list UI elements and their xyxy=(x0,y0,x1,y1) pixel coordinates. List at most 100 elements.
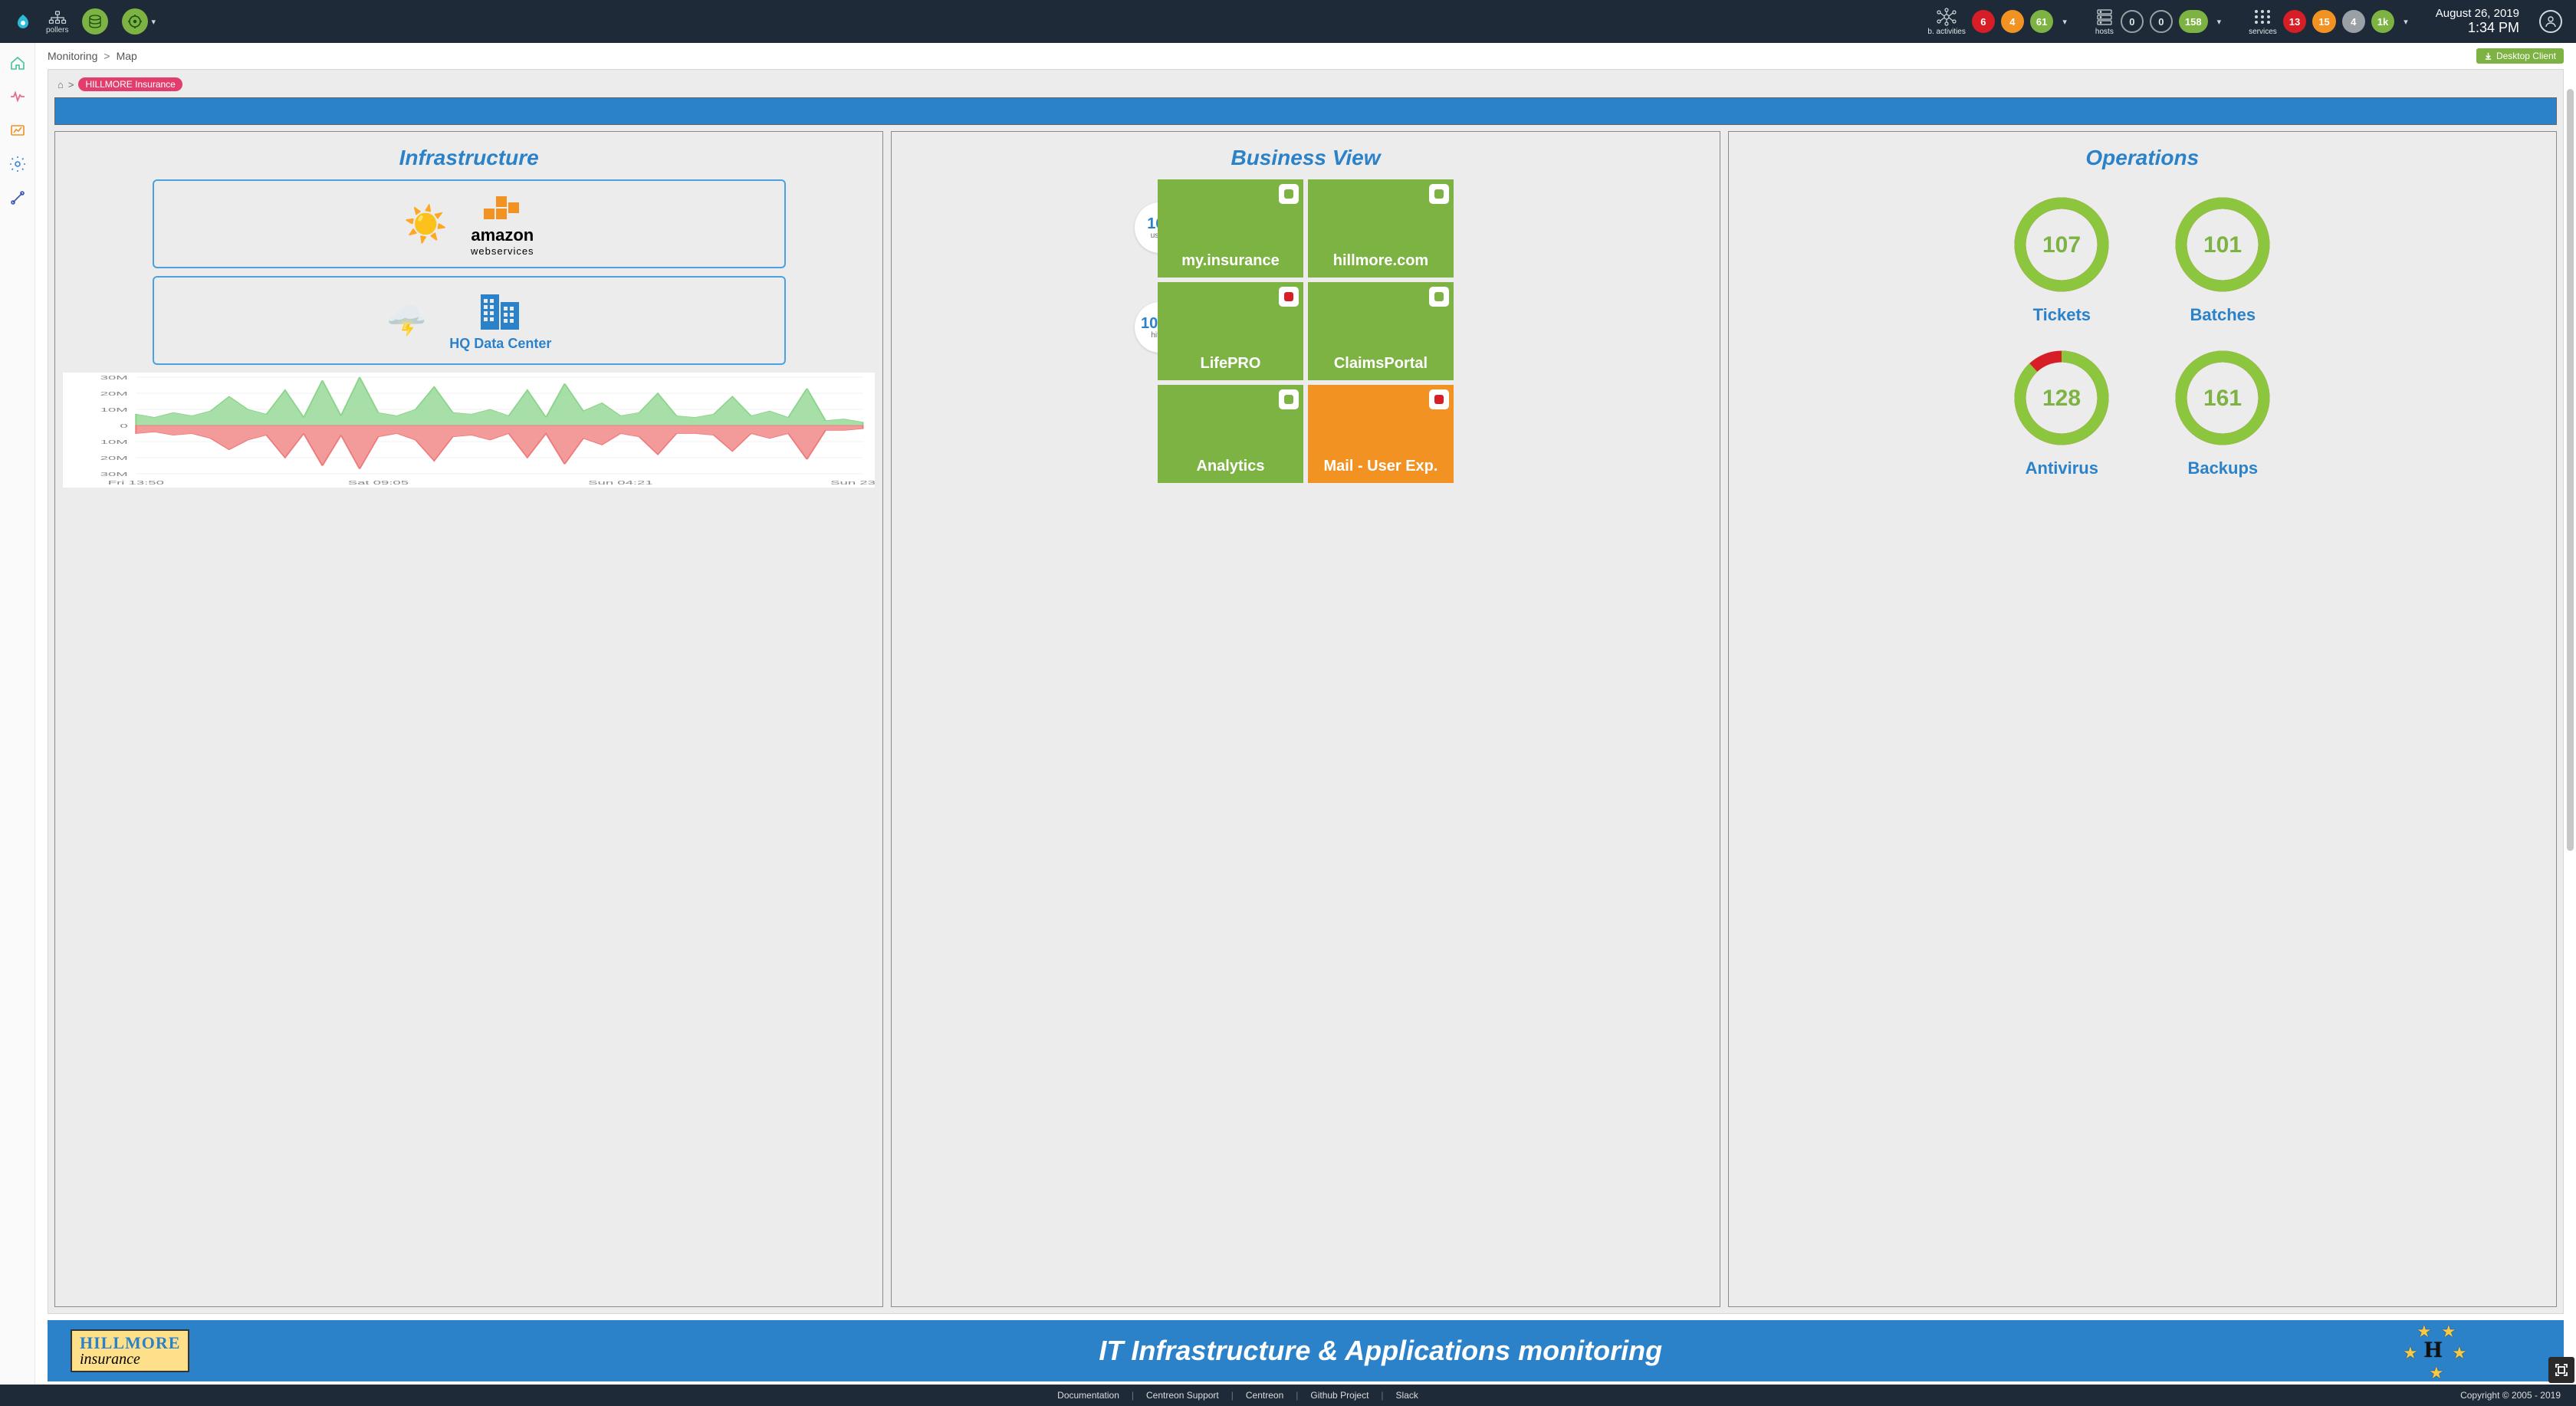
svc-red-pill[interactable]: 13 xyxy=(2283,10,2306,33)
breadcrumb-monitoring[interactable]: Monitoring xyxy=(48,50,97,62)
infra-tile-hq[interactable]: 🌩️ HQ Data Center xyxy=(153,276,786,365)
bv-tile-label: ClaimsPortal xyxy=(1334,355,1428,373)
panel-operations: Operations 107 Tickets 101 Batches 128 A… xyxy=(1728,131,2557,1307)
svc-green-pill[interactable]: 1k xyxy=(2371,10,2394,33)
footer-link-slack[interactable]: Slack xyxy=(1396,1390,1418,1401)
map-breadcrumb: ⌂ > HILLMORE Insurance xyxy=(48,70,2563,91)
chevron-down-icon[interactable]: ▾ xyxy=(151,17,156,27)
ops-batches[interactable]: 101 Batches xyxy=(2157,195,2288,340)
hosts-icon[interactable]: hosts xyxy=(2095,8,2114,36)
panel-title: Infrastructure xyxy=(399,146,539,170)
ops-tickets[interactable]: 107 Tickets xyxy=(1996,195,2127,340)
breadcrumb-map[interactable]: Map xyxy=(117,50,137,62)
svg-text:Fri 13:50: Fri 13:50 xyxy=(108,480,164,486)
svg-text:30M: 30M xyxy=(100,471,128,478)
footer-link-centreon[interactable]: Centreon xyxy=(1246,1390,1283,1401)
svg-text:0: 0 xyxy=(120,423,128,429)
download-icon xyxy=(2484,52,2492,61)
gauge-ring: 107 xyxy=(2012,195,2111,294)
svg-text:Sun 23:36: Sun 23:36 xyxy=(830,480,875,486)
desktop-client-button[interactable]: Desktop Client xyxy=(2476,48,2564,64)
svc-grey-pill[interactable]: 4 xyxy=(2342,10,2365,33)
gauge-ring: 161 xyxy=(2173,348,2272,448)
fullscreen-button[interactable] xyxy=(2548,1357,2574,1383)
footer-link-centreon-support[interactable]: Centreon Support xyxy=(1146,1390,1219,1401)
user-avatar[interactable] xyxy=(2539,10,2562,33)
db-status-icon[interactable] xyxy=(82,8,108,34)
sidebar-item-reporting[interactable] xyxy=(4,117,31,144)
ops-backups[interactable]: 161 Backups xyxy=(2157,348,2288,494)
chevron-down-icon[interactable]: ▾ xyxy=(2404,17,2408,27)
traffic-chart[interactable]: 30M20M10M010M20M30MFri 13:50Sat 09:05Sun… xyxy=(63,373,875,488)
banner: HILLMORE insurance IT Infrastructure & A… xyxy=(48,1320,2564,1381)
svg-text:Sat 09:05: Sat 09:05 xyxy=(348,480,409,486)
sun-icon: ☀️ xyxy=(404,203,448,245)
infra-tile-aws[interactable]: ☀️ amazon webservices xyxy=(153,179,786,268)
svg-text:161: 161 xyxy=(2203,386,2242,411)
hosts-green-pill[interactable]: 158 xyxy=(2179,10,2208,33)
map-shell: ⌂ > HILLMORE Insurance Infrastructure ☀️… xyxy=(48,69,2564,1314)
breadcrumb-sep: > xyxy=(104,50,110,62)
breadcrumb-sep: > xyxy=(68,79,74,90)
app-logo[interactable] xyxy=(14,12,32,31)
scrollbar[interactable] xyxy=(2565,89,2574,1358)
panel-title: Operations xyxy=(2085,146,2199,170)
ops-label: Batches xyxy=(2190,305,2256,325)
sidebar-item-home[interactable] xyxy=(4,49,31,77)
sidebar-item-monitoring[interactable] xyxy=(4,83,31,110)
chevron-down-icon[interactable]: ▾ xyxy=(2217,17,2222,27)
ba-orange-pill[interactable]: 4 xyxy=(2001,10,2024,33)
bv-tile-analytics[interactable]: Analytics xyxy=(1158,385,1303,483)
footer-link-github-project[interactable]: Github Project xyxy=(1310,1390,1368,1401)
svg-text:128: 128 xyxy=(2042,386,2081,411)
bv-tile-my-insurance[interactable]: my.insurance xyxy=(1158,179,1303,278)
b-activities-icon[interactable]: b. activities xyxy=(1927,8,1965,36)
sidebar-item-configuration[interactable] xyxy=(4,150,31,178)
banner-title: IT Infrastructure & Applications monitor… xyxy=(220,1335,2541,1367)
bv-tile-claimsportal[interactable]: ClaimsPortal xyxy=(1308,282,1454,380)
hosts-hollow1-pill[interactable]: 0 xyxy=(2121,10,2144,33)
status-dot xyxy=(1429,389,1449,409)
home-icon[interactable]: ⌂ xyxy=(58,79,64,90)
datetime: August 26, 2019 1:34 PM xyxy=(2436,7,2519,36)
panel-title: Business View xyxy=(1230,146,1380,170)
ba-green-pill[interactable]: 61 xyxy=(2030,10,2053,33)
svg-text:101: 101 xyxy=(2203,232,2242,258)
pollers-label: pollers xyxy=(46,26,68,34)
pollers-indicator[interactable]: pollers xyxy=(46,9,68,34)
map-tag[interactable]: HILLMORE Insurance xyxy=(78,77,182,91)
breadcrumb: Monitoring > Map Desktop Client xyxy=(35,43,2576,69)
bv-tile-label: LifePRO xyxy=(1201,355,1261,373)
services-group: services 13 15 4 1k ▾ xyxy=(2249,8,2408,36)
status-dot xyxy=(1279,184,1299,204)
map-header-strip xyxy=(54,97,2557,125)
status-dot xyxy=(1429,287,1449,307)
svg-text:20M: 20M xyxy=(100,391,128,397)
b-activities-group: b. activities 6 4 61 ▾ xyxy=(1927,8,2066,36)
bv-tile-lifepro[interactable]: LifePRO xyxy=(1158,282,1303,380)
star-icon: ★ xyxy=(2452,1343,2467,1363)
ops-label: Tickets xyxy=(2033,305,2091,325)
bv-tile-label: Mail - User Exp. xyxy=(1324,458,1438,475)
target-status-icon[interactable] xyxy=(122,8,148,34)
bv-tile-hillmore-com[interactable]: hillmore.com xyxy=(1308,179,1454,278)
footer-link-documentation[interactable]: Documentation xyxy=(1057,1390,1119,1401)
bv-tile-mail-user-exp-[interactable]: Mail - User Exp. xyxy=(1308,385,1454,483)
status-dot xyxy=(1279,389,1299,409)
svg-text:10M: 10M xyxy=(100,407,128,413)
bv-tile-label: hillmore.com xyxy=(1333,252,1428,270)
status-dot xyxy=(1429,184,1449,204)
svc-orange-pill[interactable]: 15 xyxy=(2312,10,2335,33)
ba-red-pill[interactable]: 6 xyxy=(1972,10,1995,33)
services-icon[interactable]: services xyxy=(2249,8,2277,36)
chevron-down-icon[interactable]: ▾ xyxy=(2062,17,2067,27)
sidebar-item-administration[interactable] xyxy=(4,184,31,212)
copyright: Copyright © 2005 - 2019 xyxy=(2460,1390,2561,1401)
svg-text:107: 107 xyxy=(2042,232,2081,258)
hosts-hollow2-pill[interactable]: 0 xyxy=(2150,10,2173,33)
storm-icon: 🌩️ xyxy=(386,302,426,340)
bv-tile-label: my.insurance xyxy=(1181,252,1279,270)
footer-links: Documentation|Centreon Support|Centreon|… xyxy=(15,1390,2460,1401)
content-area: Monitoring > Map Desktop Client ⌂ > HILL… xyxy=(35,43,2576,1385)
ops-antivirus[interactable]: 128 Antivirus xyxy=(1996,348,2127,494)
